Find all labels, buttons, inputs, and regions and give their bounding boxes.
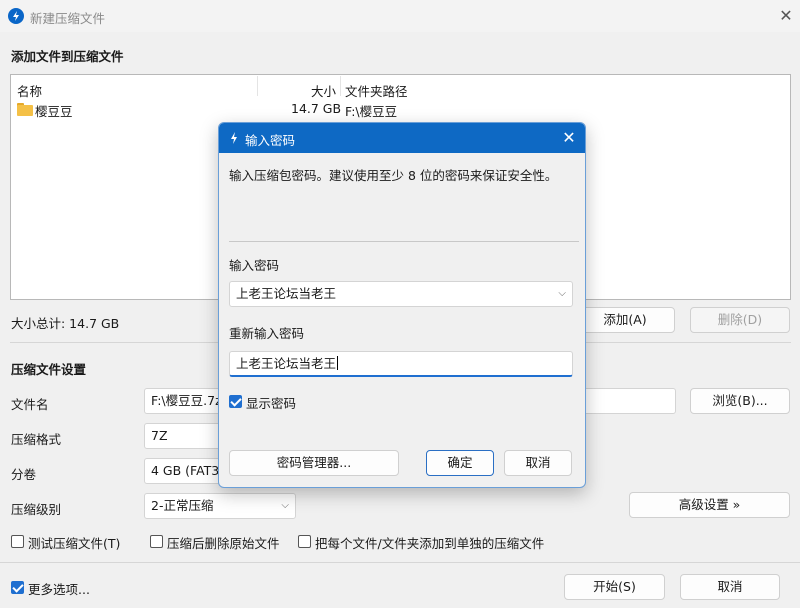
each-separate-label[interactable]: 把每个文件/文件夹添加到单独的压缩文件 [315,533,544,552]
list-item-size: 14.7 GB [291,101,342,116]
advanced-settings-button[interactable]: 高级设置 » [629,492,790,518]
password-input[interactable]: 上老王论坛当老王 ⌵ [229,281,573,307]
browse-button[interactable]: 浏览(B)... [690,388,790,414]
show-password-checkbox[interactable] [229,395,242,408]
divider [0,562,800,563]
folder-icon [17,103,33,116]
format-value: 7Z [151,428,168,443]
delete-after-checkbox[interactable] [150,535,163,548]
column-header-name[interactable]: 名称 [17,81,42,100]
level-select[interactable]: 2-正常压缩 ⌵ [144,493,296,519]
delete-after-label[interactable]: 压缩后删除原始文件 [167,533,280,552]
filename-label: 文件名 [11,397,49,412]
level-value: 2-正常压缩 [151,498,214,513]
app-logo-icon [231,132,237,144]
dialog-hint: 输入压缩包密码。建议使用至少 8 位的密码来保证安全性。 [229,168,558,183]
column-header-size[interactable]: 大小 [311,81,336,100]
reenter-password-value: 上老王论坛当老王 [236,356,337,371]
dialog-title: 输入密码 [245,133,296,148]
column-divider[interactable] [257,76,258,96]
chevron-down-icon: ⌵ [281,500,289,511]
chevron-down-icon[interactable]: ⌵ [558,282,566,306]
divider [229,241,579,242]
test-archive-label[interactable]: 测试压缩文件(T) [28,533,120,552]
total-size: 大小总计: 14.7 GB [11,316,120,331]
reenter-password-label: 重新输入密码 [229,326,305,341]
ok-button[interactable]: 确定 [426,450,494,476]
app-logo-icon [8,8,24,24]
test-archive-checkbox[interactable] [11,535,24,548]
delete-button[interactable]: 删除(D) [690,307,790,333]
text-cursor [337,356,339,370]
level-label: 压缩级别 [11,502,62,517]
split-label: 分卷 [11,467,37,482]
reenter-password-input[interactable]: 上老王论坛当老王 [229,351,573,377]
dialog-cancel-button[interactable]: 取消 [504,450,572,476]
more-options-checkbox[interactable] [11,581,24,594]
dialog-close-icon[interactable]: ✕ [559,128,579,148]
title-bar: 新建压缩文件 ✕ [0,0,800,32]
format-label: 压缩格式 [11,432,62,447]
close-icon[interactable]: ✕ [776,6,796,26]
each-separate-checkbox[interactable] [298,535,311,548]
add-section-title: 添加文件到压缩文件 [11,49,124,64]
list-item-path: F:\樱豆豆 [345,104,398,119]
add-button[interactable]: 添加(A) [575,307,675,333]
column-header-path[interactable]: 文件夹路径 [345,81,408,100]
password-dialog: 输入密码 ✕ 输入压缩包密码。建议使用至少 8 位的密码来保证安全性。 输入密码… [218,122,586,488]
cancel-button[interactable]: 取消 [680,574,780,600]
show-password-label[interactable]: 显示密码 [246,393,296,412]
column-divider[interactable] [340,76,341,96]
password-label: 输入密码 [229,258,280,273]
start-button[interactable]: 开始(S) [564,574,665,600]
window-title: 新建压缩文件 [30,11,106,26]
settings-section-title: 压缩文件设置 [11,362,87,377]
password-value: 上老王论坛当老王 [236,286,337,301]
dialog-title-bar: 输入密码 ✕ [219,123,585,153]
more-options-label[interactable]: 更多选项... [28,579,90,598]
password-manager-button[interactable]: 密码管理器... [229,450,399,476]
list-item-name: 樱豆豆 [35,104,73,119]
